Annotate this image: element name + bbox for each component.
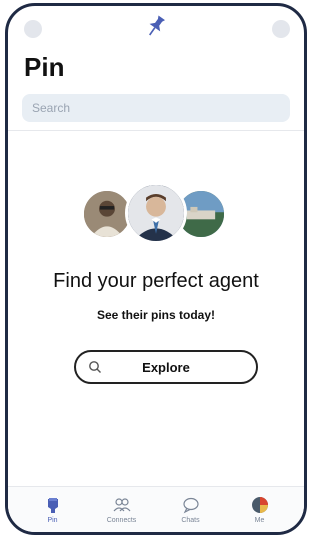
tab-label: Connects [106,517,137,524]
hero-headline: Find your perfect agent [53,270,259,292]
explore-button[interactable]: Explore [74,350,258,384]
avatar [125,182,187,244]
pin-icon [149,15,166,36]
chat-icon [182,497,199,514]
explore-label: Explore [142,359,190,375]
search-input[interactable] [22,94,290,122]
left-status-dot [24,20,42,38]
page-title: Pin [24,52,65,82]
right-status-dot [272,20,290,38]
tab-chats[interactable]: Chats [167,495,215,524]
tab-me[interactable]: Me [236,495,284,524]
pin-icon [47,498,58,513]
tab-pin[interactable]: Pin [29,495,77,524]
tab-label: Me [254,517,265,524]
tab-label: Chats [181,517,200,524]
header-divider [8,130,304,131]
tab-bar: Pin Connects Chats Me [8,486,304,532]
tab-connects[interactable]: Connects [98,495,146,524]
top-bar [8,6,304,50]
people-icon [113,498,130,512]
tab-label: Pin [47,517,58,524]
hero-subheadline: See their pins today! [96,308,216,322]
phone-frame: Pin Search Find your perfect agent See t… [5,3,307,535]
profile-icon [251,497,268,513]
agent-avatars [81,182,231,246]
search-icon [89,361,101,373]
